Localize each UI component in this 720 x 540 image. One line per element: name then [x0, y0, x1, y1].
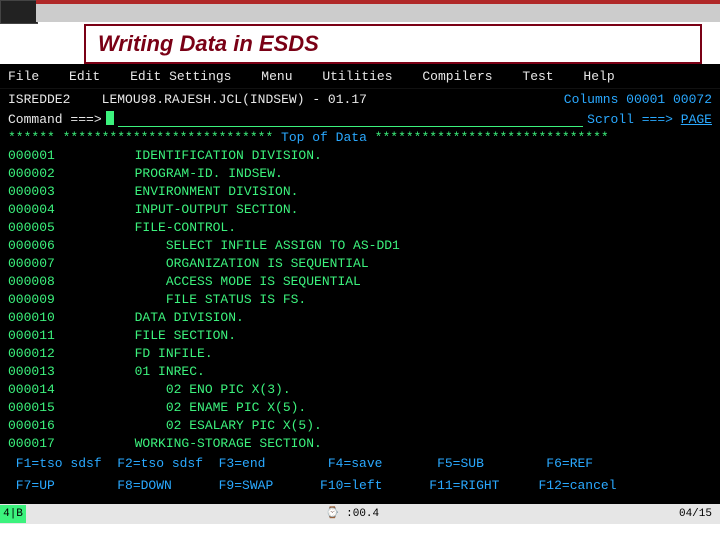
- fkey-row-1: F1=tso sdsf F2=tso sdsf F3=end F4=save F…: [0, 453, 720, 475]
- code-line[interactable]: 000006 SELECT INFILE ASSIGN TO AS-DD1: [8, 237, 712, 255]
- code-line[interactable]: 000002 PROGRAM-ID. INDSEW.: [8, 165, 712, 183]
- code-line[interactable]: 000015 02 ENAME PIC X(5).: [8, 399, 712, 417]
- menu-edit[interactable]: Edit: [69, 69, 100, 84]
- status-right: 04/15: [679, 505, 720, 523]
- code-line[interactable]: 000012 FD INFILE.: [8, 345, 712, 363]
- code-text[interactable]: FD INFILE.: [80, 345, 213, 363]
- code-line[interactable]: 000011 FILE SECTION.: [8, 327, 712, 345]
- terminal-panel: File Edit Edit Settings Menu Utilities C…: [0, 64, 720, 524]
- slide-title: Writing Data in ESDS: [98, 31, 319, 57]
- line-number: 000016: [8, 417, 80, 435]
- code-text[interactable]: 02 ENAME PIC X(5).: [80, 399, 306, 417]
- fkey-row-2: F7=UP F8=DOWN F9=SWAP F10=left F11=RIGHT…: [0, 475, 720, 497]
- line-number: 000001: [8, 147, 80, 165]
- code-line[interactable]: 000010 DATA DIVISION.: [8, 309, 712, 327]
- line-number: 000014: [8, 381, 80, 399]
- code-text[interactable]: 01 INREC.: [80, 363, 205, 381]
- menu-edit-settings[interactable]: Edit Settings: [130, 69, 231, 84]
- code-text[interactable]: 02 ESALARY PIC X(5).: [80, 417, 322, 435]
- line-number: 000006: [8, 237, 80, 255]
- command-line[interactable]: Command ===> Scroll ===> PAGE: [0, 111, 720, 129]
- top-of-data-marker: ****** *************************** Top o…: [0, 129, 720, 147]
- code-line[interactable]: 000013 01 INREC.: [8, 363, 712, 381]
- code-text[interactable]: SELECT INFILE ASSIGN TO AS-DD1: [80, 237, 400, 255]
- menu-menu[interactable]: Menu: [261, 69, 292, 84]
- code-line[interactable]: 000017 WORKING-STORAGE SECTION.: [8, 435, 712, 453]
- columns-indicator: Columns 00001 00072: [564, 91, 712, 109]
- code-text[interactable]: ORGANIZATION IS SEQUENTIAL: [80, 255, 369, 273]
- code-text[interactable]: 02 ENO PIC X(3).: [80, 381, 291, 399]
- status-left: 4|B: [0, 505, 26, 523]
- line-number: 000008: [8, 273, 80, 291]
- menu-compilers[interactable]: Compilers: [422, 69, 492, 84]
- corner-block-icon: [0, 0, 38, 24]
- code-line[interactable]: 000007 ORGANIZATION IS SEQUENTIAL: [8, 255, 712, 273]
- status-bar: 4|B ⌚ :00.4 04/15: [0, 504, 720, 524]
- line-number: 000009: [8, 291, 80, 309]
- command-input[interactable]: [118, 111, 584, 127]
- code-area[interactable]: 000001 IDENTIFICATION DIVISION.000002 PR…: [0, 147, 720, 453]
- code-line[interactable]: 000009 FILE STATUS IS FS.: [8, 291, 712, 309]
- menu-utilities[interactable]: Utilities: [322, 69, 392, 84]
- code-text[interactable]: FILE-CONTROL.: [80, 219, 236, 237]
- line-number: 000010: [8, 309, 80, 327]
- env-label: ISREDDE2: [8, 92, 70, 107]
- ispf-menu-bar[interactable]: File Edit Edit Settings Menu Utilities C…: [0, 64, 720, 89]
- menu-test[interactable]: Test: [522, 69, 553, 84]
- code-text[interactable]: FILE STATUS IS FS.: [80, 291, 306, 309]
- code-line[interactable]: 000014 02 ENO PIC X(3).: [8, 381, 712, 399]
- code-text[interactable]: FILE SECTION.: [80, 327, 236, 345]
- line-number: 000005: [8, 219, 80, 237]
- editor-header: ISREDDE2 LEMOU98.RAJESH.JCL(INDSEW) - 01…: [0, 89, 720, 111]
- code-text[interactable]: INPUT-OUTPUT SECTION.: [80, 201, 298, 219]
- line-number: 000011: [8, 327, 80, 345]
- code-text[interactable]: ENVIRONMENT DIVISION.: [80, 183, 298, 201]
- code-line[interactable]: 000003 ENVIRONMENT DIVISION.: [8, 183, 712, 201]
- code-text[interactable]: IDENTIFICATION DIVISION.: [80, 147, 322, 165]
- line-number: 000013: [8, 363, 80, 381]
- line-number: 000007: [8, 255, 80, 273]
- scroll-value[interactable]: PAGE: [681, 112, 712, 127]
- cursor-icon: [106, 111, 114, 125]
- line-number: 000002: [8, 165, 80, 183]
- scroll-label: Scroll ===>: [587, 112, 673, 127]
- menu-help[interactable]: Help: [583, 69, 614, 84]
- code-line[interactable]: 000016 02 ESALARY PIC X(5).: [8, 417, 712, 435]
- command-label: Command ===>: [8, 111, 102, 129]
- slide-title-bar: Writing Data in ESDS: [84, 24, 702, 64]
- code-text[interactable]: PROGRAM-ID. INDSEW.: [80, 165, 283, 183]
- status-center: ⌚ :00.4: [26, 505, 679, 523]
- line-number: 000012: [8, 345, 80, 363]
- code-line[interactable]: 000001 IDENTIFICATION DIVISION.: [8, 147, 712, 165]
- code-text[interactable]: WORKING-STORAGE SECTION.: [80, 435, 322, 453]
- line-number: 000003: [8, 183, 80, 201]
- dataset-name: LEMOU98.RAJESH.JCL(INDSEW): [102, 92, 305, 107]
- code-line[interactable]: 000008 ACCESS MODE IS SEQUENTIAL: [8, 273, 712, 291]
- code-line[interactable]: 000004 INPUT-OUTPUT SECTION.: [8, 201, 712, 219]
- line-number: 000017: [8, 435, 80, 453]
- cursor-pos: - 01.17: [312, 92, 367, 107]
- line-number: 000015: [8, 399, 80, 417]
- line-number: 000004: [8, 201, 80, 219]
- code-text[interactable]: ACCESS MODE IS SEQUENTIAL: [80, 273, 361, 291]
- code-line[interactable]: 000005 FILE-CONTROL.: [8, 219, 712, 237]
- decor-gray-strip: [36, 4, 720, 22]
- menu-file[interactable]: File: [8, 69, 39, 84]
- code-text[interactable]: DATA DIVISION.: [80, 309, 244, 327]
